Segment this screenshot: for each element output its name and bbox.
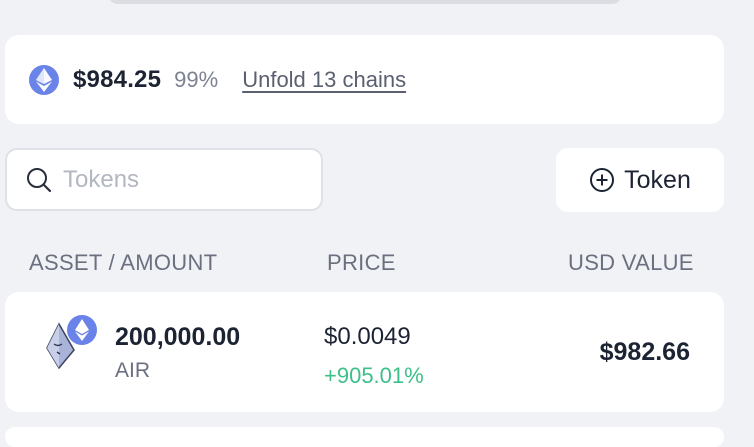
unfold-chains-link[interactable]: Unfold 13 chains	[242, 67, 406, 93]
column-header-usd-value: USD VALUE	[568, 250, 694, 275]
search-input[interactable]	[61, 164, 305, 195]
column-header-price: PRICE	[327, 250, 396, 275]
token-price: $0.0049	[324, 323, 411, 350]
air-token-icon	[45, 314, 107, 376]
plus-circle-icon	[590, 168, 615, 192]
top-bar-stub	[108, 0, 622, 4]
add-token-button[interactable]: Token	[556, 148, 724, 212]
next-row-stub	[5, 427, 724, 447]
chain-summary-card: $984.25 99% Unfold 13 chains	[5, 35, 724, 124]
add-token-label: Token	[624, 165, 691, 194]
token-symbol: AIR	[115, 359, 151, 382]
total-percent: 99%	[174, 66, 219, 92]
token-price-change: +905.01%	[324, 363, 424, 388]
search-field[interactable]	[5, 148, 323, 211]
column-header-asset: ASSET / AMOUNT	[29, 250, 218, 275]
token-usd-value: $982.66	[599, 338, 690, 366]
total-value: $984.25	[73, 65, 162, 93]
search-icon	[27, 167, 52, 192]
ethereum-icon	[29, 64, 59, 95]
token-amount: 200,000.00	[115, 323, 241, 351]
token-row[interactable]: 200,000.00 AIR $0.0049 +905.01% $982.66	[5, 292, 724, 412]
